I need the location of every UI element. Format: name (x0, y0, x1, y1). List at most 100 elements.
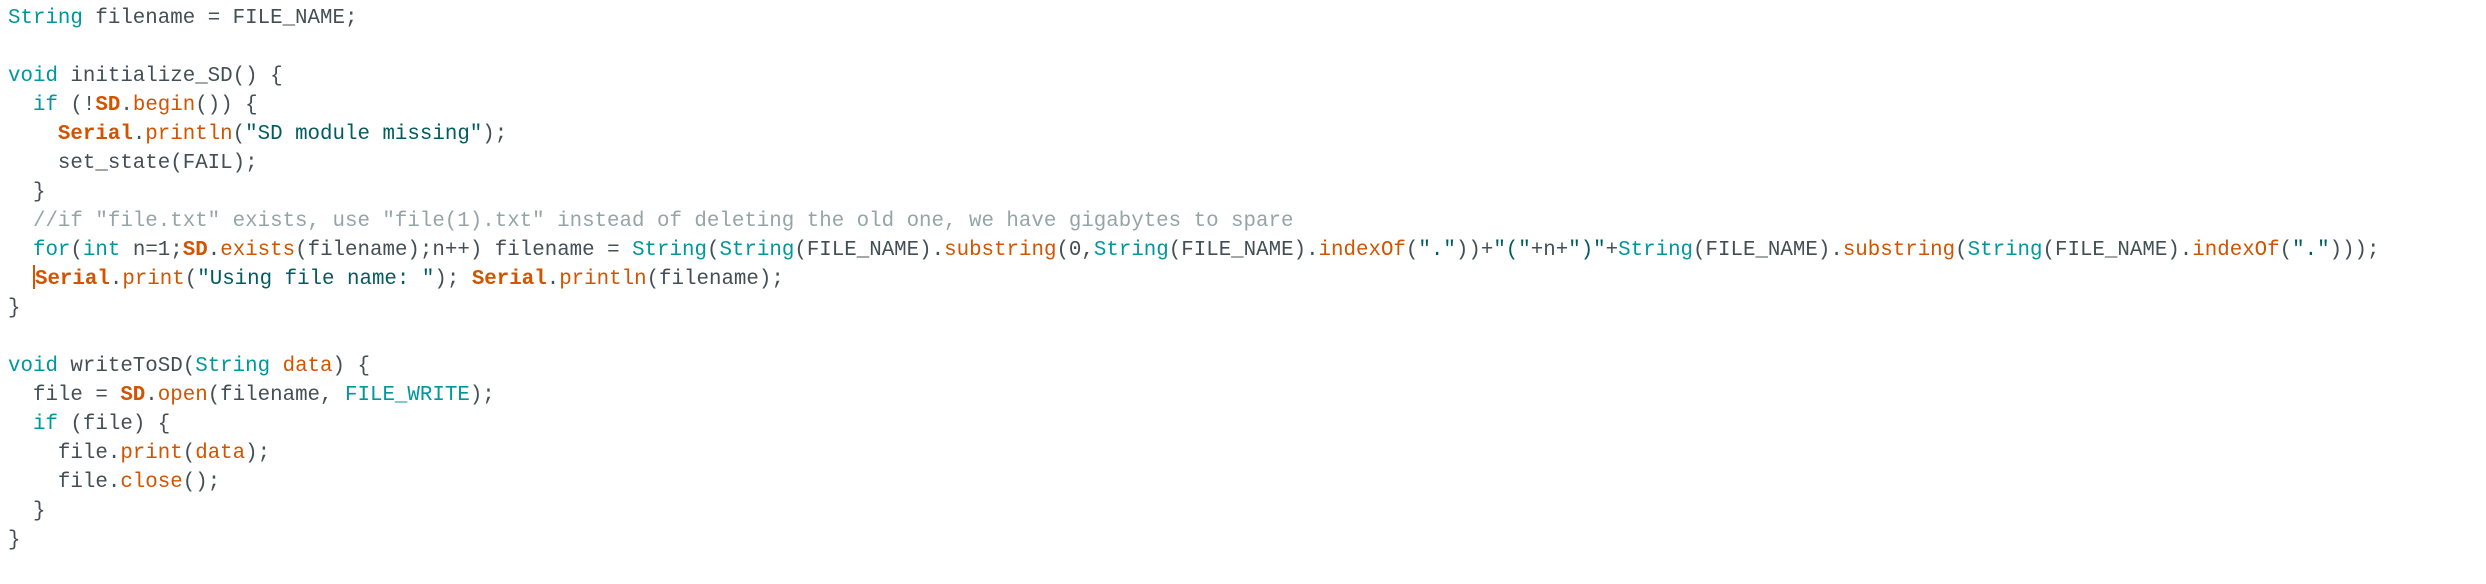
text-token: (FILE_NAME). (794, 239, 945, 262)
code-line[interactable]: file.print(data); (8, 439, 2478, 468)
function-token: open (157, 384, 208, 407)
function-token: substring (944, 239, 1057, 262)
text-token: (filename, (207, 384, 345, 407)
code-line[interactable]: } (8, 497, 2478, 526)
text-token: (! (57, 94, 96, 117)
text-token: (filename);n++) filename = (295, 239, 633, 262)
text-token: (0, (1056, 239, 1094, 262)
code-line[interactable]: Serial.println("SD module missing"); (8, 120, 2478, 149)
code-line[interactable]: set_state(FAIL); (8, 149, 2478, 178)
code-line[interactable]: if (!SD.begin()) { (8, 91, 2478, 120)
keyword-token: String (195, 355, 271, 378)
code-line[interactable]: if (file) { (8, 410, 2478, 439)
text-token: ( (1955, 239, 1968, 262)
keyword-token: String (1967, 239, 2043, 262)
code-line[interactable]: } (8, 526, 2478, 555)
text-token: ( (70, 239, 83, 262)
text-token: (FILE_NAME). (1693, 239, 1843, 262)
object-token: Serial (471, 268, 547, 291)
keyword-token: String (1093, 239, 1169, 262)
text-token: filename = FILE_NAME; (82, 7, 358, 30)
text-token: } (8, 181, 46, 204)
text-token: . (132, 123, 146, 146)
code-line[interactable] (8, 323, 2478, 352)
text-token: ( (706, 239, 720, 262)
function-token: println (145, 123, 233, 146)
text-token: (file) { (57, 413, 171, 436)
text-token: initialize_SD() { (57, 65, 283, 88)
code-line[interactable]: } (8, 178, 2478, 207)
text-token: ( (182, 442, 196, 465)
text-token: ) { (332, 355, 370, 378)
text-token: file. (8, 471, 121, 494)
text-token: ); (482, 123, 508, 146)
code-editor[interactable]: String filename = FILE_NAME;void initial… (8, 4, 2478, 580)
keyword-token: void (8, 355, 58, 378)
function-token: data (282, 355, 333, 378)
object-token: SD (182, 239, 208, 262)
text-token: ); (245, 442, 271, 465)
text-token: file. (8, 442, 121, 465)
code-line[interactable]: void writeToSD(String data) { (8, 352, 2478, 381)
text-token: } (8, 529, 21, 552)
text-token: . (109, 268, 123, 291)
text-token: . (145, 384, 158, 407)
function-token: indexOf (2192, 239, 2280, 262)
code-line[interactable]: } (8, 294, 2478, 323)
object-token: Serial (57, 123, 133, 146)
code-line[interactable]: file.close(); (8, 468, 2478, 497)
object-token: SD (120, 384, 146, 407)
function-token: close (120, 471, 183, 494)
text-token: ); (434, 268, 472, 291)
text-token: . (120, 94, 133, 117)
code-line[interactable]: Serial.print("Using file name: "); Seria… (8, 265, 2478, 294)
text-token: +n+ (1530, 239, 1569, 262)
text-token: (); (182, 471, 221, 494)
keyword-token: int (82, 239, 121, 262)
string-token: ")" (1568, 239, 1606, 262)
keyword-token: if (32, 94, 58, 117)
string-token: "SD module missing" (245, 123, 483, 146)
keyword-token: String (8, 7, 83, 30)
keyword-token: String (632, 239, 707, 262)
function-token: data (195, 442, 246, 465)
object-token: Serial (34, 268, 110, 291)
text-token: ( (2279, 239, 2293, 262)
code-line[interactable]: for(int n=1;SD.exists(filename);n++) fil… (8, 236, 2478, 265)
keyword-token: void (8, 65, 58, 88)
text-token: file = (8, 384, 121, 407)
text-token: set_state(FAIL); (8, 152, 258, 175)
function-token: exists (220, 239, 296, 262)
function-token: println (559, 268, 647, 291)
code-line[interactable]: file = SD.open(filename, FILE_WRITE); (8, 381, 2478, 410)
text-token: . (546, 268, 560, 291)
string-token: "Using file name: " (197, 268, 435, 291)
code-line[interactable]: void initialize_SD() { (8, 62, 2478, 91)
text-token: . (207, 239, 221, 262)
keyword-token: String (1618, 239, 1694, 262)
text-token: ()) { (195, 94, 258, 117)
text-token: (filename); (646, 268, 784, 291)
text-token: (FILE_NAME). (1168, 239, 1319, 262)
string-token: "." (1418, 239, 1456, 262)
text-token: } (8, 500, 46, 523)
code-line[interactable]: String filename = FILE_NAME; (8, 4, 2478, 33)
function-token: print (122, 268, 185, 291)
code-line[interactable] (8, 33, 2478, 62)
text-token: (FILE_NAME). (2042, 239, 2193, 262)
text-token: ))); (2329, 239, 2380, 262)
text-token: writeToSD( (57, 355, 196, 378)
text-token: ( (232, 123, 246, 146)
text-token: } (8, 297, 21, 320)
function-token: indexOf (1318, 239, 1406, 262)
text-token: ); (469, 384, 495, 407)
function-token: substring (1842, 239, 1956, 262)
text-token: + (1605, 239, 1619, 262)
text-token: n=1; (120, 239, 183, 262)
code-line[interactable]: //if "file.txt" exists, use "file(1).txt… (8, 207, 2478, 236)
